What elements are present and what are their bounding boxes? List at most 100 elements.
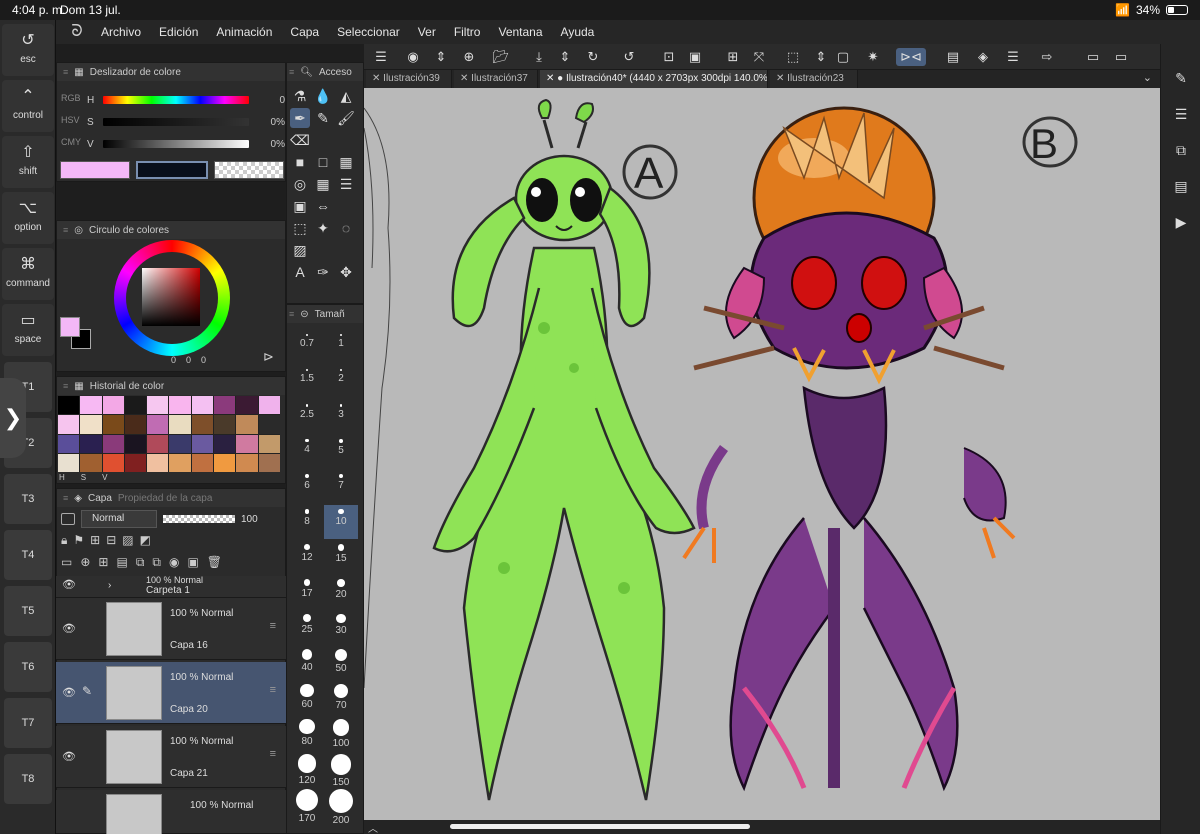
close-icon[interactable]: ✕ — [372, 73, 383, 84]
brush-size-option[interactable]: 12 — [290, 540, 324, 574]
new-raster-layer-icon[interactable]: ▭ — [61, 555, 72, 575]
history-swatch[interactable] — [258, 396, 280, 415]
palette-color-icon[interactable]: ◩ — [140, 533, 151, 553]
grip-icon[interactable]: ≡ — [63, 381, 68, 391]
drawing-canvas[interactable]: A B — [364, 88, 1160, 820]
history-swatch[interactable] — [102, 415, 124, 434]
layer-menu-icon[interactable]: ≡ — [270, 748, 276, 760]
hue-slider[interactable]: H 0 — [87, 93, 285, 107]
folder-chevron-icon[interactable]: › — [108, 580, 111, 591]
touch-key-t7[interactable]: T7 — [4, 698, 52, 748]
brush-size-option[interactable]: 1.5 — [290, 365, 324, 399]
history-swatch[interactable] — [236, 453, 258, 472]
reference-icon[interactable]: ⚑ — [73, 533, 84, 553]
brush-size-option[interactable]: 5 — [324, 435, 358, 469]
saturation-slider[interactable]: S 0% — [87, 115, 285, 129]
delete-layer-icon[interactable]: 🗑︎ — [207, 555, 222, 575]
ruler-icon[interactable]: ▨ — [290, 240, 310, 260]
draft-icon[interactable]: ⊟ — [106, 533, 116, 553]
export-icon[interactable]: ⇨ — [1038, 48, 1056, 66]
blend-mode-select[interactable]: Normal — [81, 510, 157, 528]
brush-size-option[interactable]: 30 — [324, 610, 358, 644]
history-swatch[interactable] — [102, 396, 124, 415]
history-swatch[interactable] — [102, 453, 124, 472]
text-icon[interactable]: A — [290, 262, 310, 282]
brush-size-option[interactable]: 8 — [290, 505, 324, 539]
history-swatch[interactable] — [236, 415, 258, 434]
brush-size-option[interactable]: 25 — [290, 610, 324, 644]
history-swatch[interactable] — [191, 415, 214, 434]
history-swatch[interactable] — [169, 396, 191, 415]
brush-size-option[interactable]: 150 — [324, 750, 358, 788]
history-swatch[interactable] — [147, 434, 169, 453]
opacity-value[interactable]: 100 — [241, 514, 258, 525]
menu-item-8[interactable]: Ayuda — [552, 25, 604, 39]
transparent-color-swatch[interactable] — [214, 161, 284, 179]
fill-icon[interactable]: ▣ — [686, 48, 704, 66]
tab-capa[interactable]: Capa — [88, 493, 112, 504]
history-swatch[interactable] — [258, 415, 280, 434]
layer-settings-icon[interactable]: ⧉ — [1171, 140, 1191, 160]
edit-icon[interactable]: ✎ — [1171, 68, 1191, 88]
touch-key-t6[interactable]: T6 — [4, 642, 52, 692]
timeline-icon[interactable]: ▶ — [1171, 212, 1191, 232]
layer-row[interactable]: 👁︎ ✎ 100 % Normal Capa 20 ≡ — [56, 662, 286, 724]
lock-alpha-icon[interactable]: ▨ — [122, 533, 133, 553]
history-swatch[interactable] — [80, 415, 102, 434]
menu-item-4[interactable]: Seleccionar — [328, 25, 409, 39]
history-swatch[interactable] — [80, 396, 102, 415]
history-swatch[interactable] — [214, 434, 236, 453]
grip-icon[interactable]: ≡ — [289, 67, 294, 77]
history-swatch[interactable] — [124, 396, 147, 415]
history-swatch[interactable] — [147, 415, 169, 434]
saturation-value-square[interactable] — [142, 268, 200, 326]
adjust-icon[interactable]: ☰ — [1171, 104, 1191, 124]
history-swatch[interactable] — [102, 434, 124, 453]
document-tab[interactable]: ✕ Ilustración39 — [366, 70, 452, 88]
eyedropper-icon[interactable]: ⚗ — [290, 86, 310, 106]
list-icon[interactable]: ☰ — [336, 174, 356, 194]
open-icon[interactable]: 📂︎ — [492, 48, 510, 66]
move-icon[interactable]: ⇔ — [313, 196, 333, 216]
brush-size-option[interactable]: 15 — [324, 540, 358, 574]
tab-cmy[interactable]: CMY — [61, 131, 81, 153]
clear-icon[interactable]: ⊡ — [660, 48, 678, 66]
clip-icon[interactable]: ⊞ — [90, 533, 100, 553]
menu-item-3[interactable]: Capa — [281, 25, 328, 39]
history-swatch[interactable] — [58, 434, 80, 453]
object-icon[interactable]: ⬚ — [290, 218, 310, 238]
grip-icon[interactable]: ≡ — [289, 309, 294, 319]
history-swatch[interactable] — [236, 396, 258, 415]
brush-size-option[interactable]: 100 — [324, 715, 358, 749]
layers-icon[interactable]: ◈ — [974, 48, 992, 66]
history-swatch[interactable] — [147, 396, 169, 415]
stepper-icon[interactable]: ⇕ — [812, 48, 830, 66]
touch-key-t8[interactable]: T8 — [4, 754, 52, 804]
brush-size-option[interactable]: 80 — [290, 715, 324, 749]
history-swatch[interactable] — [80, 453, 102, 472]
document-tab[interactable]: ✕ Ilustración37 — [454, 70, 538, 88]
history-swatch[interactable] — [58, 396, 80, 415]
new-layer-icon[interactable]: ⊞ — [98, 555, 108, 575]
history-swatch[interactable] — [169, 453, 191, 472]
modifier-key-0[interactable]: ↺ esc — [2, 24, 54, 76]
modifier-key-2[interactable]: ⇧ shift — [2, 136, 54, 188]
apply-mask-icon[interactable]: ▣ — [187, 555, 198, 575]
blend-icon[interactable]: 💧 — [313, 86, 333, 106]
menu-icon[interactable]: ☰ — [372, 48, 390, 66]
frame-icon[interactable]: ▣ — [290, 196, 310, 216]
app-icon[interactable]: ◉ — [404, 48, 422, 66]
history-swatch[interactable] — [258, 434, 280, 453]
touch-key-t3[interactable]: T3 — [4, 474, 52, 524]
brush-size-option[interactable]: 7 — [324, 470, 358, 504]
history-swatch[interactable] — [214, 415, 236, 434]
visibility-eye-icon[interactable]: 👁︎ — [62, 622, 76, 635]
mask-icon[interactable]: ◉ — [169, 555, 179, 575]
history-swatch[interactable] — [124, 453, 147, 472]
brush-size-option[interactable]: 3 — [324, 400, 358, 434]
menu-item-2[interactable]: Animación — [207, 25, 281, 39]
grip-icon[interactable]: ≡ — [63, 493, 68, 503]
fill-icon[interactable]: ◭ — [336, 86, 356, 106]
new-folder-icon[interactable]: ▤ — [116, 555, 127, 575]
history-swatch[interactable] — [80, 434, 102, 453]
